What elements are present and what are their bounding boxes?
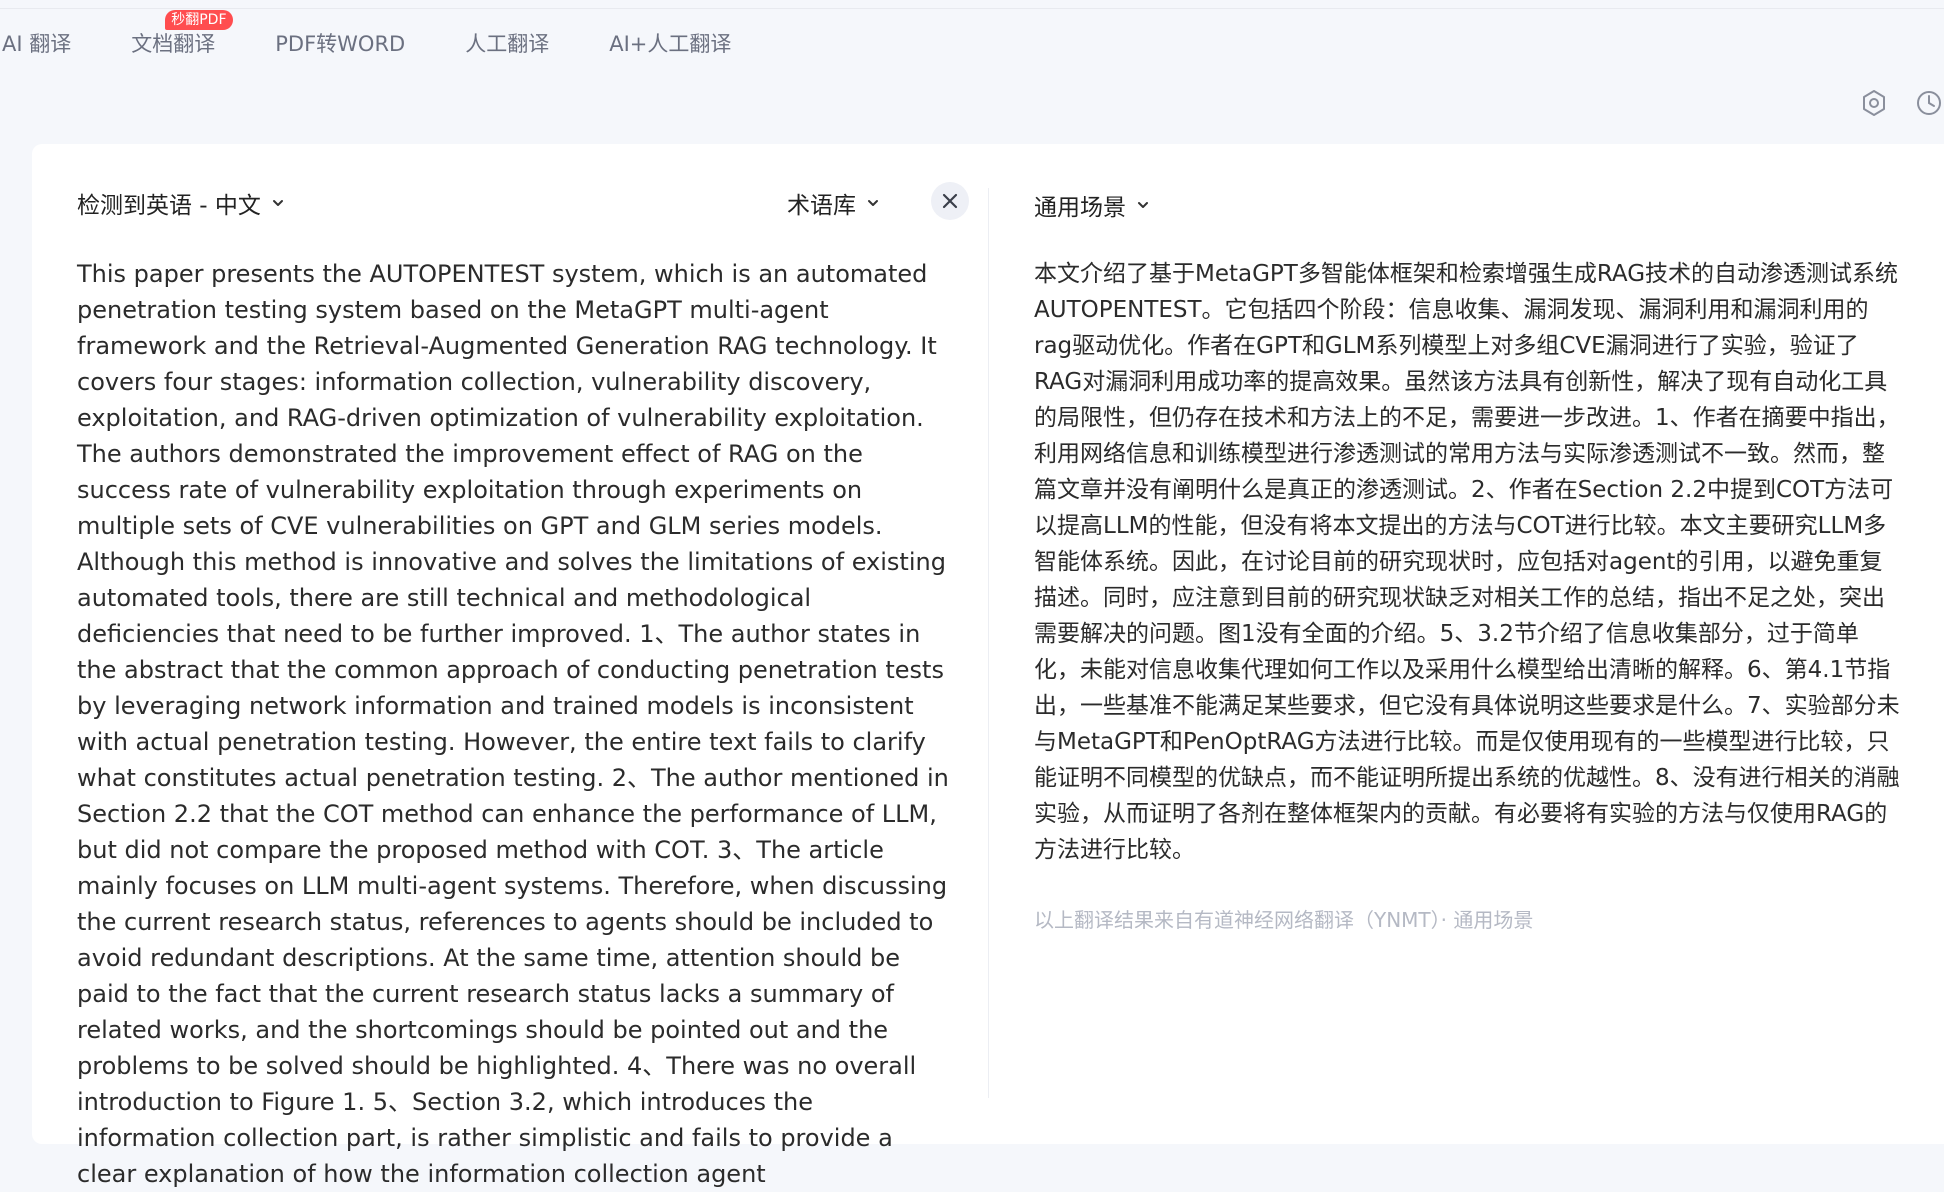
- glossary-selector[interactable]: 术语库: [787, 186, 880, 220]
- source-text[interactable]: This paper presents the AUTOPENTEST syst…: [77, 256, 957, 1192]
- scene-selector-label: 通用场景: [1034, 195, 1126, 221]
- tab-ai-human-translate[interactable]: AI+人工翻译: [579, 20, 761, 68]
- top-nav: AI 翻译 文档翻译 秒翻PDF PDF转WORD 人工翻译 AI+人工翻译: [0, 10, 761, 68]
- settings-icon[interactable]: [1859, 88, 1889, 118]
- chevron-down-icon: [1138, 202, 1148, 208]
- clear-button[interactable]: [931, 182, 969, 220]
- tab-label: 文档翻译: [131, 32, 216, 56]
- chevron-down-icon: [272, 200, 283, 206]
- language-selector[interactable]: 检测到英语 - 中文: [77, 186, 285, 220]
- close-icon: [942, 193, 958, 209]
- tab-pdf-to-word[interactable]: PDF转WORD: [245, 20, 435, 68]
- language-selector-label: 检测到英语 - 中文: [77, 193, 261, 219]
- top-divider: [0, 8, 1944, 9]
- tab-ai-translate[interactable]: AI 翻译: [0, 20, 101, 68]
- tab-label: 人工翻译: [465, 32, 550, 56]
- tab-label: AI 翻译: [2, 32, 72, 56]
- tab-label: PDF转WORD: [275, 32, 406, 56]
- pdf-badge: 秒翻PDF: [165, 10, 233, 30]
- tab-human-translate[interactable]: 人工翻译: [435, 20, 579, 68]
- tab-document-translate[interactable]: 文档翻译 秒翻PDF: [101, 10, 245, 68]
- translation-result: 本文介绍了基于MetaGPT多智能体框架和检索增强生成RAG技术的自动渗透测试系…: [1034, 261, 1900, 863]
- tab-label: AI+人工翻译: [609, 32, 732, 56]
- scene-selector[interactable]: 通用场景: [1034, 188, 1150, 222]
- history-icon[interactable]: [1914, 88, 1944, 118]
- panel-divider: [988, 188, 989, 1098]
- translation-source-note: 以上翻译结果来自有道神经网络翻译（YNMT）· 通用场景: [1034, 908, 1534, 932]
- glossary-selector-label: 术语库: [787, 193, 856, 219]
- chevron-down-icon: [868, 200, 878, 206]
